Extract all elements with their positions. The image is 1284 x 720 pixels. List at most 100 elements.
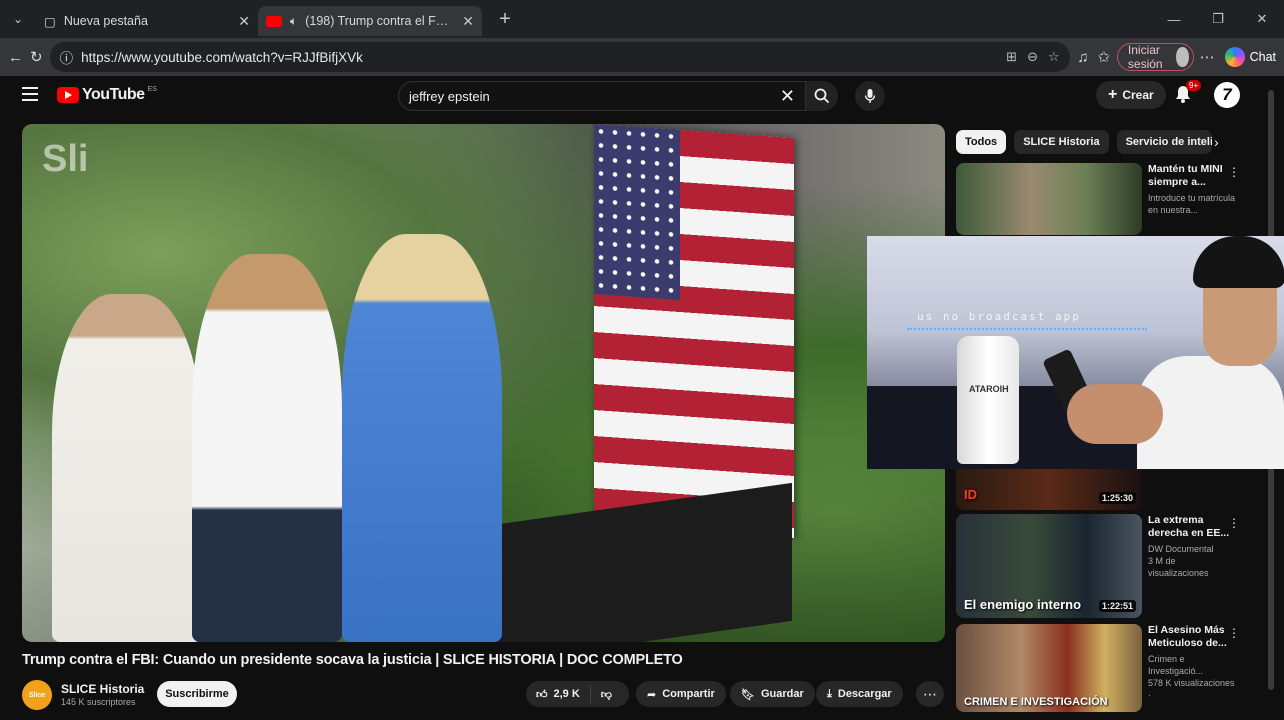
recommendation-title[interactable]: El Asesino Más Meticuloso de...	[1148, 624, 1238, 650]
filter-chips: Todos SLICE Historia Servicio de intelig…	[956, 130, 1212, 154]
share-label: Compartir	[662, 688, 715, 700]
dislike-button[interactable]: 👎︎	[591, 688, 622, 701]
recommendation-menu-icon[interactable]: ⋮	[1228, 516, 1240, 530]
american-flag-scene	[594, 124, 794, 538]
notifications-badge: 9+	[1186, 80, 1202, 91]
chat-label: Chat	[1249, 50, 1277, 64]
close-window-icon[interactable]: ✕	[1240, 0, 1284, 38]
youtube-play-icon	[57, 87, 79, 103]
recommendation-menu-icon[interactable]: ⋮	[1228, 165, 1240, 179]
share-button[interactable]: ➦ Compartir	[636, 681, 726, 707]
recommendation-thumbnail[interactable]: ID 1:25:30	[956, 469, 1142, 510]
account-avatar[interactable]: 7	[1214, 82, 1240, 108]
save-button[interactable]: 🔖︎ Guardar	[730, 681, 815, 707]
youtube-header: YouTube ES jeffrey epstein ✕ + Crear 9+ …	[0, 76, 1284, 116]
tab-list-chevron-icon[interactable]: ⌄	[0, 0, 36, 38]
video-duration: 1:25:30	[1098, 492, 1136, 504]
back-arrow-icon[interactable]: ←	[8, 43, 23, 71]
signin-button[interactable]: Iniciar sesión	[1116, 43, 1194, 71]
zoom-icon[interactable]: ⊖	[1027, 49, 1038, 65]
menu-hamburger-icon[interactable]	[22, 87, 38, 101]
person-blue-suit	[342, 234, 502, 642]
subscriber-count: 145 K suscriptores	[61, 697, 136, 707]
chip-all[interactable]: Todos	[956, 130, 1007, 154]
recommendation-views: 578 K visualizaciones ·	[1148, 678, 1235, 700]
minimize-icon[interactable]: —	[1152, 0, 1196, 38]
apps-icon[interactable]: ⊞	[1006, 49, 1017, 65]
subscribe-button[interactable]: Suscribirme	[157, 681, 237, 707]
person-white-shirt	[192, 254, 342, 642]
chip-channel[interactable]: SLICE Historia	[1014, 130, 1109, 154]
address-bar-icons: ⊞ ⊖ ☆	[1006, 49, 1059, 65]
download-button[interactable]: ⤓ Descargar	[816, 681, 903, 707]
close-tab-icon[interactable]: ✕	[462, 13, 474, 30]
recommendation-info: El Asesino Más Meticuloso de... Crimen e…	[1148, 624, 1238, 701]
site-info-icon[interactable]: ⓘ	[60, 47, 74, 67]
search-icon	[814, 88, 830, 104]
recommendation-channel[interactable]: Crimen e Investigació...	[1148, 653, 1238, 677]
search-input[interactable]: jeffrey epstein ✕	[398, 81, 806, 111]
new-tab-page-icon: ▢	[44, 14, 56, 29]
channel-watermark: Sli	[42, 138, 89, 180]
youtube-favicon-icon	[266, 15, 282, 27]
led-lights-scene	[907, 328, 1147, 334]
recommendation-channel[interactable]: DW Documental	[1148, 543, 1238, 555]
video-title: Trump contra el FBI: Cuando un president…	[22, 652, 683, 668]
youtube-wordmark: YouTube	[82, 86, 145, 103]
streamer-hand	[1067, 384, 1163, 444]
more-actions-icon[interactable]: ⋯	[916, 681, 944, 707]
address-bar[interactable]: ⓘ https://www.youtube.com/watch?v=RJJfBi…	[49, 42, 1070, 72]
share-arrow-icon: ➦	[647, 688, 657, 701]
plus-icon: +	[1108, 86, 1118, 103]
voice-search-button[interactable]	[855, 81, 885, 111]
like-dislike-group: 👍︎ 2,9 K 👎︎	[526, 681, 629, 707]
channel-name[interactable]: SLICE Historia	[61, 682, 144, 696]
recommendation-thumbnail[interactable]: CRIMEN E INVESTIGACIÓN	[956, 624, 1142, 712]
recommendation-meta: Introduce tu matrícula en nuestra...	[1148, 193, 1236, 215]
favorite-star-icon[interactable]: ☆	[1048, 49, 1060, 65]
reload-icon[interactable]: ↻	[29, 43, 44, 71]
thumbnail-overlay-text: CRIMEN E INVESTIGACIÓN	[964, 696, 1108, 708]
create-button[interactable]: + Crear	[1096, 81, 1166, 109]
bottle-scene: ATAROIH	[957, 336, 1019, 464]
microphone-icon	[864, 89, 876, 103]
thumbs-down-icon: 👎︎	[600, 688, 612, 701]
recommendation-thumbnail[interactable]	[956, 163, 1142, 235]
chip-topic[interactable]: Servicio de inteligencia	[1116, 130, 1212, 154]
save-label: Guardar	[760, 688, 804, 700]
search-button[interactable]	[806, 81, 838, 111]
music-icon[interactable]: ♫	[1076, 43, 1091, 71]
favorites-icon[interactable]: ✩	[1096, 43, 1111, 71]
tab-title: Nueva pestaña	[63, 14, 148, 28]
signin-label: Iniciar sesión	[1127, 43, 1163, 71]
recommendation-title[interactable]: Mantén tu MINI siempre a...	[1148, 163, 1238, 189]
recommendation-thumbnail[interactable]: El enemigo interno 1:22:51	[956, 514, 1142, 618]
new-tab-button[interactable]: +	[490, 4, 520, 34]
clear-search-icon[interactable]: ✕	[780, 86, 795, 107]
tab-new-tab[interactable]: ▢ Nueva pestaña ✕	[36, 6, 258, 36]
create-label: Crear	[1122, 88, 1154, 102]
channel-avatar[interactable]: Slice	[22, 680, 52, 710]
recommendation-menu-icon[interactable]: ⋮	[1228, 626, 1240, 640]
person-white-dress	[52, 294, 202, 642]
bottle-label: ATAROIH	[969, 384, 1009, 394]
notifications-button[interactable]: 9+	[1174, 80, 1202, 106]
speaker-icon[interactable]: 🔈︎	[290, 14, 297, 29]
chevron-right-icon[interactable]: ›	[1214, 134, 1219, 150]
webcam-overlay: us no broadcast app ATAROIH	[867, 236, 1284, 469]
window-controls: — ❐ ✕	[1152, 0, 1284, 38]
like-button[interactable]: 👍︎ 2,9 K	[526, 685, 591, 703]
restore-icon[interactable]: ❐	[1196, 0, 1240, 38]
profile-avatar-icon	[1176, 47, 1189, 67]
copilot-chat-button[interactable]: Chat	[1224, 47, 1277, 67]
close-tab-icon[interactable]: ✕	[238, 13, 250, 30]
more-menu-icon[interactable]: ⋯	[1200, 43, 1215, 71]
recommendation-info: La extrema derecha en EE... DW Documenta…	[1148, 514, 1238, 579]
tab-youtube-video[interactable]: 🔈︎ (198) Trump contra el FBI: Cua ✕	[258, 6, 482, 36]
copilot-logo-icon	[1224, 47, 1245, 67]
video-player[interactable]: Sli	[22, 124, 945, 642]
url-text: https://www.youtube.com/watch?v=RJJfBifj…	[81, 49, 363, 65]
country-code: ES	[147, 86, 157, 93]
youtube-logo[interactable]: YouTube ES	[57, 86, 157, 104]
recommendation-title[interactable]: La extrema derecha en EE...	[1148, 514, 1238, 540]
